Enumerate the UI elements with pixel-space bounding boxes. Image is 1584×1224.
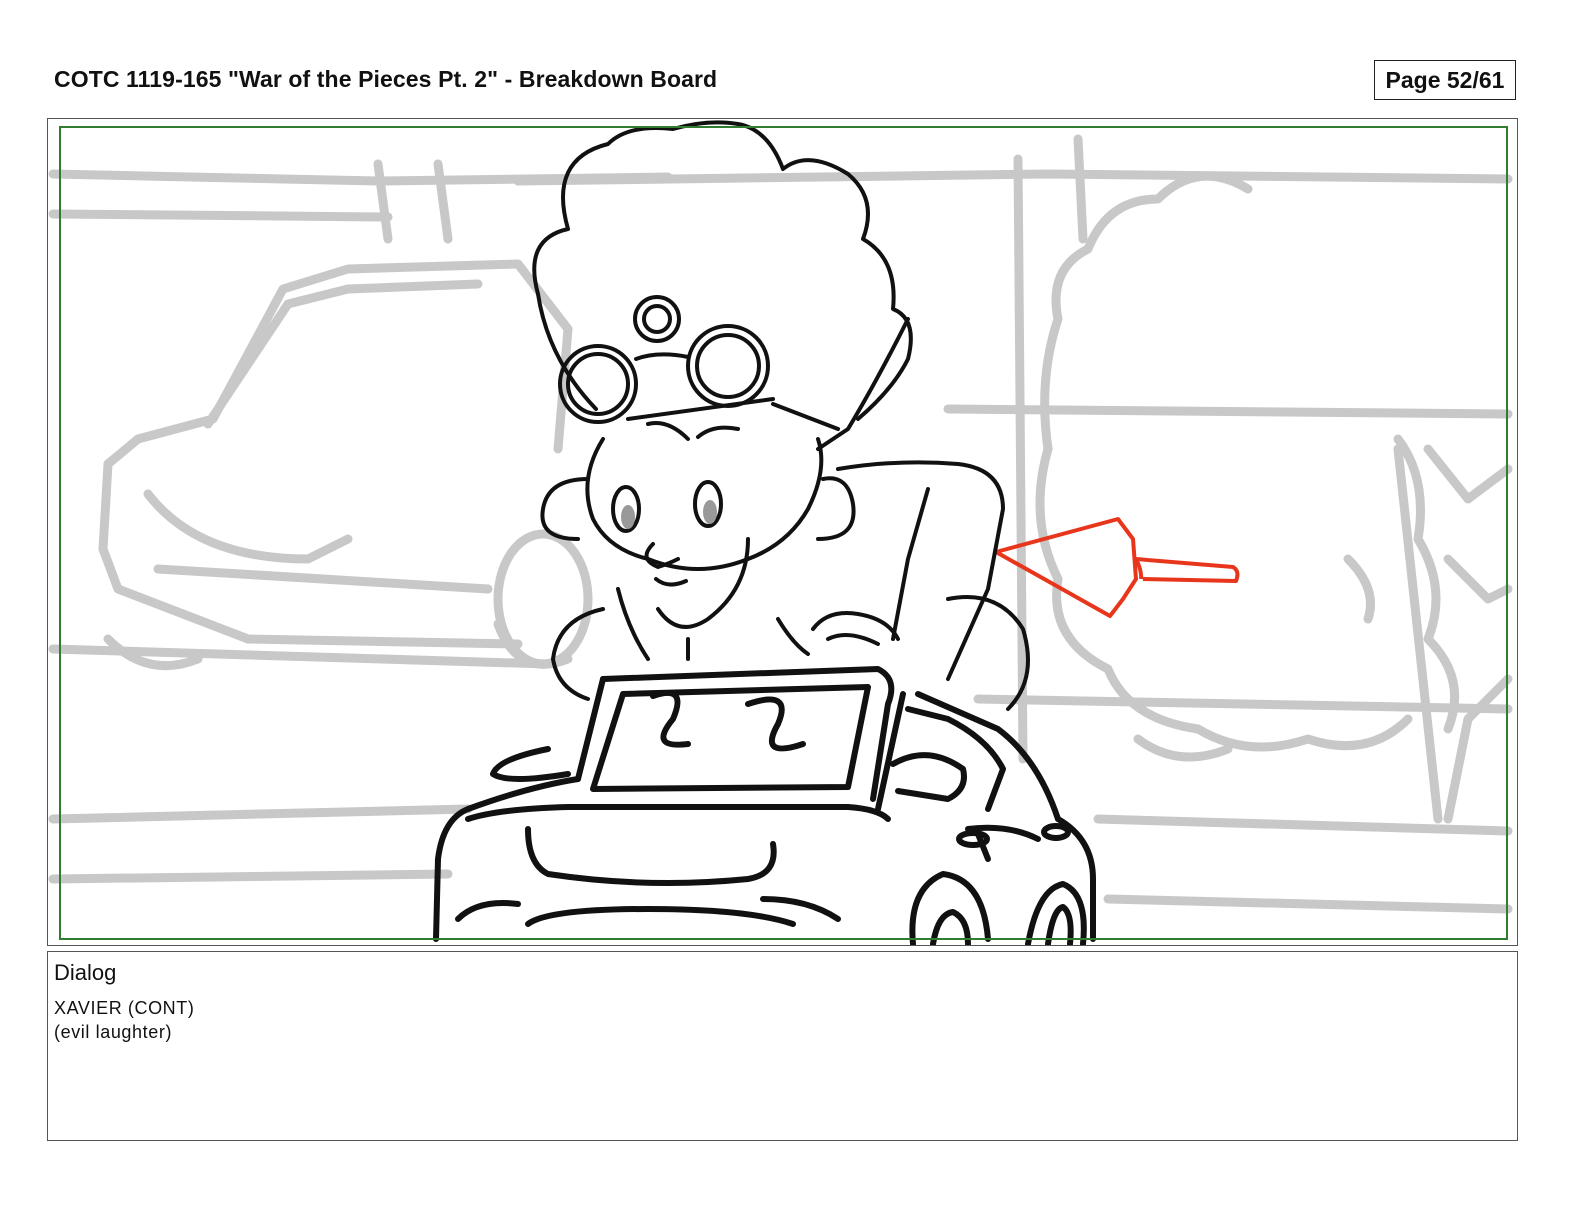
dialog-box: Dialog XAVIER (CONT) (evil laughter)	[47, 951, 1518, 1141]
dialog-text: XAVIER (CONT) (evil laughter)	[54, 996, 194, 1044]
direction-arrow	[994, 517, 1240, 618]
page-number-label: Page 52/61	[1385, 66, 1505, 93]
page-number-box: Page 52/61	[1374, 60, 1516, 100]
storyboard-panel	[47, 118, 1518, 946]
dialog-character-line: XAVIER (CONT)	[54, 998, 195, 1018]
dialog-heading: Dialog	[54, 960, 117, 985]
panel-drawing	[48, 120, 1513, 945]
character-sketch	[532, 120, 1030, 711]
board-title: COTC 1119-165 "War of the Pieces Pt. 2" …	[54, 66, 718, 92]
dialog-action-line: (evil laughter)	[54, 1022, 173, 1042]
car-sketch	[433, 666, 1096, 945]
background-sketch	[48, 134, 1513, 914]
